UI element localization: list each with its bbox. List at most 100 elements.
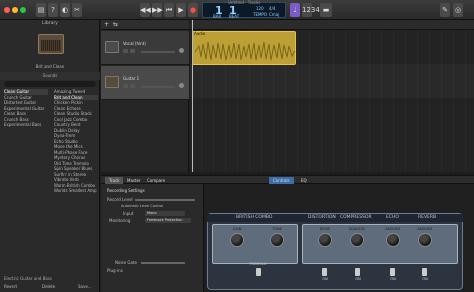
monitoring-label: Monitoring — [109, 218, 131, 223]
microphone-icon — [105, 41, 119, 53]
compressor-on-label: ON — [355, 277, 361, 281]
tremolo-toggle[interactable] — [256, 268, 261, 276]
section-echo: ECHO — [386, 215, 399, 220]
monitoring-select[interactable]: Feedback Protection — [145, 218, 191, 223]
tab-track[interactable]: Track — [105, 177, 124, 184]
track-2-volume-slider[interactable] — [141, 86, 175, 88]
play-button[interactable]: ▶ — [176, 3, 186, 17]
region-name: Audio — [194, 31, 206, 36]
tone-label: TONE — [272, 227, 282, 231]
patch-item[interactable]: Worlds Smallest Amp — [54, 188, 98, 194]
add-track-icon[interactable]: + — [104, 21, 109, 28]
recording-settings-header: Recording Settings — [107, 188, 145, 193]
record-level-slider[interactable] — [135, 199, 195, 201]
library-buttons: Revert Delete Save... — [0, 284, 100, 292]
lcd-signature: 4/4 — [269, 6, 276, 11]
library-search-input[interactable] — [4, 81, 96, 87]
track-2[interactable]: Guitar 1 — [101, 66, 189, 100]
echo-amount-knob[interactable] — [386, 233, 400, 247]
sounds-header: Sounds — [0, 72, 100, 80]
revert-button[interactable]: Revert — [4, 284, 17, 289]
notepad-button[interactable]: ✎ — [440, 3, 450, 17]
editors-button[interactable]: ✂ — [72, 3, 82, 17]
mute-icon[interactable] — [123, 84, 128, 88]
window-title: Untitled - Tracks — [228, 0, 261, 5]
automatic-level-label[interactable]: Automatic Level Control — [121, 204, 163, 208]
track-1[interactable]: Vocal (hint) — [101, 31, 189, 65]
noise-gate-slider[interactable] — [141, 262, 185, 264]
input-select[interactable]: Mono — [145, 211, 185, 216]
zoom-icon[interactable] — [20, 7, 26, 13]
input-label: Input — [123, 211, 134, 216]
lcd-beat-label: BEAT — [229, 14, 240, 19]
drive-label: DRIVE — [319, 227, 331, 231]
squeeze-label: SQUEEZE — [348, 227, 366, 231]
lcd-bar-label: BAR — [213, 14, 222, 19]
master-volume-icon[interactable]: ▬ — [320, 3, 332, 17]
compressor-toggle[interactable] — [355, 268, 360, 276]
rewind-button[interactable]: ◀◀ — [140, 3, 151, 17]
echo-on-label: ON — [390, 277, 396, 281]
echo-toggle[interactable] — [390, 268, 395, 276]
reverb-amount-knob[interactable] — [418, 233, 432, 247]
smart-controls-button[interactable]: ◐ — [60, 3, 70, 17]
reverb-toggle[interactable] — [422, 268, 427, 276]
tab-compare[interactable]: Compare — [143, 177, 169, 184]
count-in-button[interactable]: 1234 — [302, 3, 320, 17]
library-title: Library — [42, 21, 58, 26]
tab-master[interactable]: Master — [123, 177, 145, 184]
library-toggle-button[interactable]: ▤ — [36, 3, 46, 17]
amp-icon — [105, 76, 119, 88]
timeline-ruler[interactable] — [190, 20, 474, 30]
amp-grill-icon — [41, 40, 61, 51]
smart-controls-tabbar: Track Master Compare Controls EQ — [101, 175, 474, 184]
category-item[interactable]: Experimental Bass — [4, 122, 48, 128]
tremolo-label: TREMOLO — [249, 262, 267, 266]
delete-button[interactable]: Delete — [42, 284, 55, 289]
preset-name: Brit and Clean — [35, 64, 65, 69]
playhead[interactable] — [192, 20, 193, 172]
tab-eq[interactable]: EQ — [297, 177, 311, 184]
echo-amount-label: AMOUNT — [385, 227, 401, 231]
gain-knob[interactable] — [230, 233, 244, 247]
audio-region[interactable] — [192, 31, 296, 65]
track-2-lane[interactable] — [190, 64, 474, 98]
tuner-button[interactable]: ♩ — [290, 3, 300, 17]
waveform-icon — [194, 41, 296, 61]
track-1-volume-slider[interactable] — [141, 51, 175, 53]
tab-controls[interactable]: Controls — [269, 177, 294, 184]
track-1-name: Vocal (hint) — [123, 41, 146, 46]
gain-label: GAIN — [232, 227, 242, 231]
track-toolbar: + ⇆ — [101, 20, 189, 30]
section-british-combo: BRITISH COMBO — [236, 215, 273, 220]
library-footer: Electric Guitar and Bass — [4, 276, 52, 281]
section-distortion: DISTORTION — [308, 215, 336, 220]
smart-tempo-icon[interactable]: ⇆ — [113, 21, 118, 28]
lcd-key: Cmaj — [269, 12, 280, 17]
track-2-name: Guitar 1 — [123, 76, 140, 81]
section-compressor: COMPRESSOR — [340, 215, 372, 220]
tone-knob[interactable] — [270, 233, 284, 247]
distortion-on-label: ON — [322, 277, 328, 281]
squeeze-knob[interactable] — [350, 233, 364, 247]
save-button[interactable]: Save... — [78, 284, 92, 289]
plugins-label[interactable]: Plug-ins — [107, 268, 123, 273]
recording-settings-panel: Recording Settings Record Level Automati… — [101, 184, 204, 292]
drive-knob[interactable] — [318, 233, 332, 247]
close-icon[interactable] — [4, 7, 10, 13]
go-to-start-button[interactable]: ⏮ — [164, 3, 174, 17]
track-1-pan-knob[interactable] — [179, 48, 184, 53]
track-2-pan-knob[interactable] — [179, 83, 184, 88]
record-level-label: Record Level — [107, 197, 133, 202]
forward-button[interactable]: ▶▶ — [152, 3, 163, 17]
lcd-tempo-label: TEMPO — [253, 12, 267, 17]
loop-browser-button[interactable]: ◎ — [453, 3, 463, 17]
solo-icon[interactable] — [130, 49, 135, 53]
reverb-amount-label: AMOUNT — [417, 227, 433, 231]
help-button[interactable]: ? — [48, 3, 58, 17]
minimize-icon[interactable] — [12, 7, 18, 13]
mute-icon[interactable] — [123, 49, 128, 53]
solo-icon[interactable] — [130, 84, 135, 88]
noise-gate-label: Noise Gate — [115, 260, 137, 265]
distortion-toggle[interactable] — [322, 268, 327, 276]
